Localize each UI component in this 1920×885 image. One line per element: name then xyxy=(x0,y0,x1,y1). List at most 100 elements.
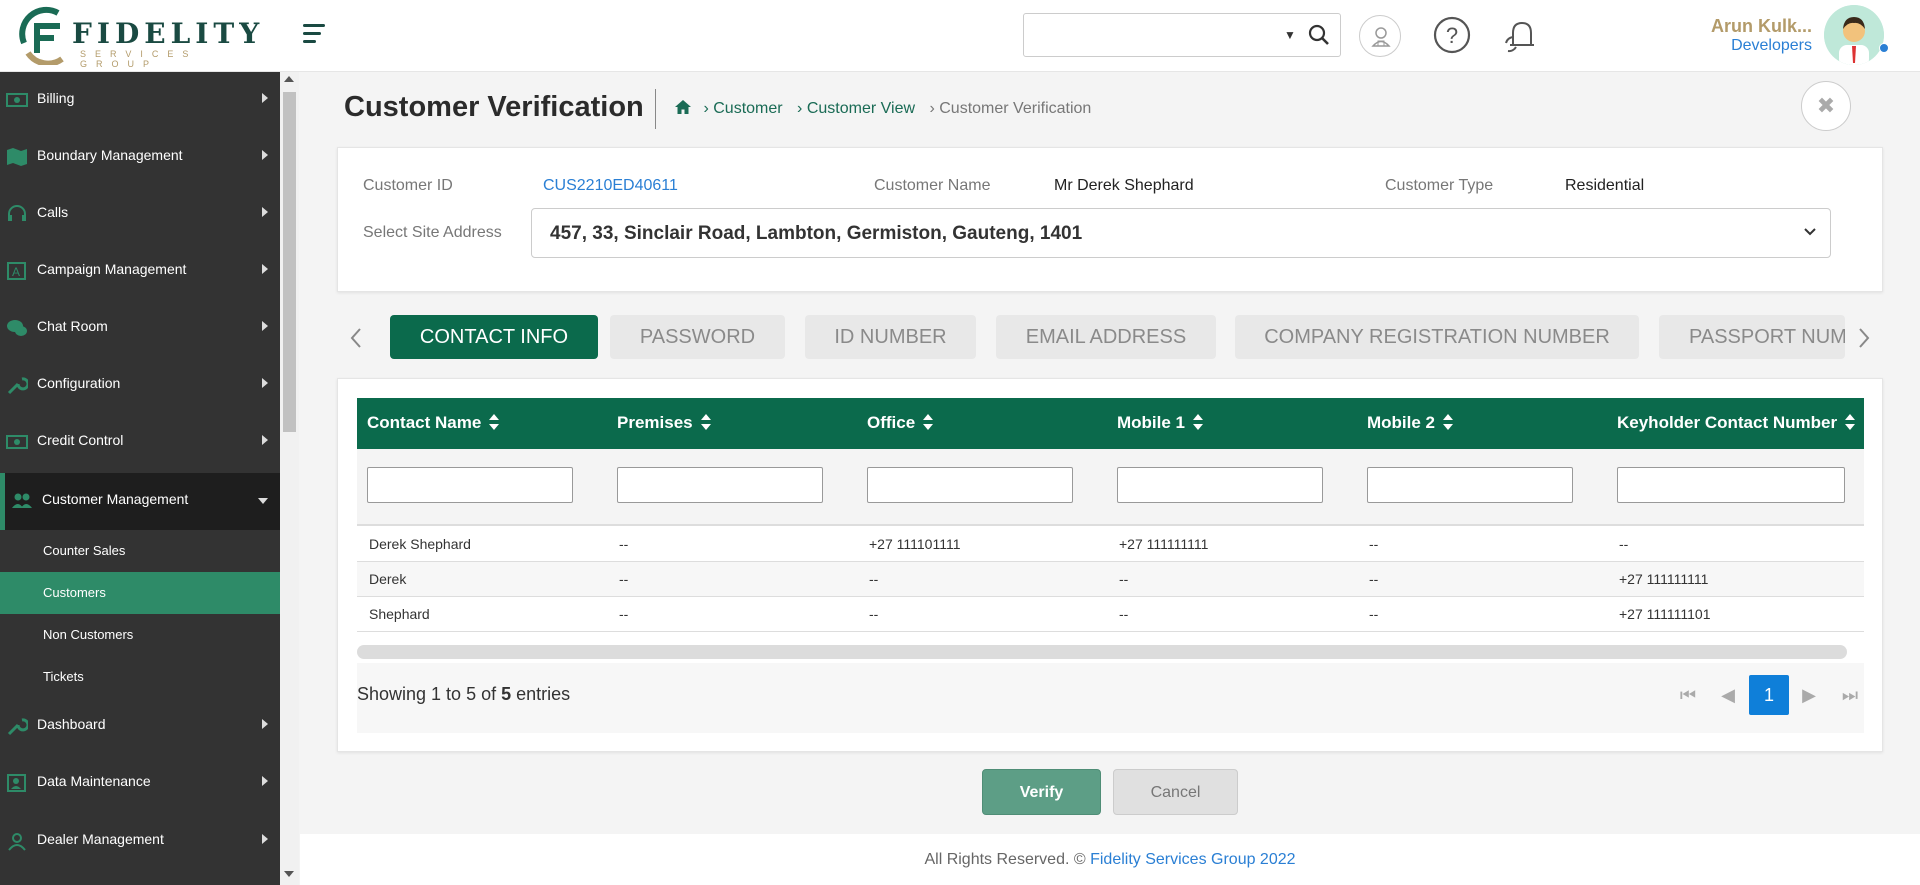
customer-type-value: Residential xyxy=(1565,177,1645,194)
chevron-right-icon xyxy=(262,719,268,729)
money-icon xyxy=(6,435,28,449)
filter-mobile-1-input[interactable] xyxy=(1117,467,1323,503)
sidebar-item-billing[interactable]: Billing xyxy=(0,72,280,129)
verify-button[interactable]: Verify xyxy=(982,769,1101,815)
table-row[interactable]: Derek Shephard -- +27 111101111 +27 1111… xyxy=(357,527,1864,562)
sidebar-item-customer-management[interactable]: Customer Management xyxy=(0,473,280,530)
help-icon[interactable]: ? xyxy=(1430,13,1474,57)
sidebar-scrollbar-thumb[interactable] xyxy=(283,92,296,432)
table-horizontal-scrollbar[interactable] xyxy=(357,645,1847,659)
sort-icon[interactable] xyxy=(1845,414,1856,430)
sidebar-item-chat-room[interactable]: Chat Room xyxy=(0,300,280,357)
sidebar-item-label: Chat Room xyxy=(37,318,108,334)
breadcrumb-current: › Customer Verification xyxy=(929,100,1092,117)
tab-password[interactable]: PASSWORD xyxy=(610,315,785,359)
entries-info: Showing 1 to 5 of 5 entries xyxy=(357,684,571,704)
sidebar-item-label: Dashboard xyxy=(37,716,106,732)
fidelity-logo[interactable]: FIDELITY SERVICES GROUP xyxy=(18,5,259,69)
campaign-icon: A xyxy=(7,262,26,280)
filter-mobile-2-input[interactable] xyxy=(1367,467,1573,503)
table-row[interactable]: Shephard -- -- -- -- +27 111111101 xyxy=(357,597,1864,632)
table-cell: -- xyxy=(1619,536,1629,552)
sidebar-item-campaign-management[interactable]: A Campaign Management xyxy=(0,243,280,300)
prev-page-icon[interactable]: ◀ xyxy=(1708,675,1748,715)
tab-email-address[interactable]: EMAIL ADDRESS xyxy=(996,315,1216,359)
tab-id-number[interactable]: ID NUMBER xyxy=(805,315,976,359)
breadcrumb-customer[interactable]: › Customer xyxy=(703,100,782,117)
sidebar-subitem-label: Customers xyxy=(43,585,106,600)
column-header-mobile-1[interactable]: Mobile 1 xyxy=(1117,413,1204,433)
tab-company-registration-number[interactable]: COMPANY REGISTRATION NUMBER xyxy=(1235,315,1639,359)
table-cell: -- xyxy=(1119,571,1129,587)
scroll-up-arrow-icon[interactable] xyxy=(284,76,294,82)
sort-icon[interactable] xyxy=(489,414,500,430)
sidebar-item-boundary-management[interactable]: Boundary Management xyxy=(0,129,280,186)
top-header: FIDELITY SERVICES GROUP ▼ ? Arun Kulk...… xyxy=(0,0,1920,72)
table-cell: -- xyxy=(1369,571,1379,587)
filter-keyholder-input[interactable] xyxy=(1617,467,1845,503)
sidebar-subitem-non-customers[interactable]: Non Customers xyxy=(0,614,280,656)
filter-premises-input[interactable] xyxy=(617,467,823,503)
breadcrumb: › Customer › Customer View › Customer Ve… xyxy=(675,100,1091,118)
sort-icon[interactable] xyxy=(1193,414,1204,430)
agent-icon[interactable] xyxy=(1359,15,1401,57)
page-number-button[interactable]: 1 xyxy=(1749,675,1789,715)
sidebar-subitem-customers[interactable]: Customers xyxy=(0,572,280,614)
search-input[interactable]: ▼ xyxy=(1023,13,1341,57)
table-cell: +27 111101111 xyxy=(869,536,961,552)
sidebar-item-dealer-management[interactable]: Dealer Management xyxy=(0,813,280,870)
first-page-icon[interactable]: ⏮ xyxy=(1668,675,1708,715)
sidebar-item-label: Customer Management xyxy=(42,491,189,507)
table-cell: -- xyxy=(1369,536,1379,552)
sort-icon[interactable] xyxy=(1443,414,1454,430)
sidebar-item-data-maintenance[interactable]: Data Maintenance xyxy=(0,755,280,812)
last-page-icon[interactable]: ⏭ xyxy=(1830,675,1870,715)
logo-subtext: SERVICES GROUP xyxy=(80,49,198,69)
table-cell: -- xyxy=(619,571,629,587)
tab-contact-info[interactable]: CONTACT INFO xyxy=(390,315,598,359)
sidebar-item-configuration[interactable]: Configuration xyxy=(0,357,280,414)
customer-id-value[interactable]: CUS2210ED40611 xyxy=(543,177,678,195)
sort-icon[interactable] xyxy=(700,414,711,430)
tabs-prev-icon[interactable] xyxy=(349,327,363,349)
notification-bell-icon[interactable] xyxy=(1500,13,1544,57)
copyright-text: All Rights Reserved. © xyxy=(924,851,1091,868)
filter-office-input[interactable] xyxy=(867,467,1073,503)
chevron-right-icon xyxy=(262,321,268,331)
breadcrumb-customer-view[interactable]: › Customer View xyxy=(797,100,915,117)
cancel-button[interactable]: Cancel xyxy=(1113,769,1238,815)
filter-contact-name-input[interactable] xyxy=(367,467,573,503)
tabs-next-icon[interactable] xyxy=(1857,327,1871,349)
scroll-down-arrow-icon[interactable] xyxy=(284,871,294,877)
title-divider xyxy=(655,89,656,129)
customer-name-label: Customer Name xyxy=(874,177,991,194)
search-icon[interactable] xyxy=(1308,24,1330,46)
home-icon[interactable] xyxy=(675,100,691,114)
site-address-select[interactable]: 457, 33, Sinclair Road, Lambton, Germist… xyxy=(531,208,1831,258)
dropdown-caret-icon[interactable]: ▼ xyxy=(1284,28,1296,42)
sort-icon[interactable] xyxy=(923,414,934,430)
sidebar-item-dashboard[interactable]: Dashboard xyxy=(0,698,280,755)
avatar[interactable] xyxy=(1824,5,1884,65)
column-header-office[interactable]: Office xyxy=(867,413,934,433)
column-header-premises[interactable]: Premises xyxy=(617,413,711,433)
column-header-keyholder-contact-number[interactable]: Keyholder Contact Number xyxy=(1617,413,1856,433)
sidebar-item-credit-control[interactable]: Credit Control xyxy=(0,414,280,471)
next-page-icon[interactable]: ▶ xyxy=(1789,675,1829,715)
tab-passport-number[interactable]: PASSPORT NUM xyxy=(1659,315,1845,359)
column-header-mobile-2[interactable]: Mobile 2 xyxy=(1367,413,1454,433)
company-link[interactable]: Fidelity Services Group 2022 xyxy=(1090,851,1295,868)
table-row[interactable]: Derek -- -- -- -- +27 111111111 xyxy=(357,562,1864,597)
sidebar-subitem-counter-sales[interactable]: Counter Sales xyxy=(0,530,280,572)
svg-text:?: ? xyxy=(1446,23,1458,48)
chat-icon xyxy=(7,320,27,336)
sidebar-item-calls[interactable]: Calls xyxy=(0,186,280,243)
logo-text: FIDELITY xyxy=(72,17,265,50)
close-icon: ✖ xyxy=(1816,93,1836,118)
sidebar-subitem-tickets[interactable]: Tickets xyxy=(0,656,280,698)
chevron-down-icon xyxy=(258,498,268,504)
close-button[interactable]: ✖ xyxy=(1801,81,1851,131)
menu-toggle-icon[interactable] xyxy=(303,24,329,46)
user-name[interactable]: Arun Kulk... xyxy=(1711,16,1812,37)
column-header-contact-name[interactable]: Contact Name xyxy=(367,413,500,433)
